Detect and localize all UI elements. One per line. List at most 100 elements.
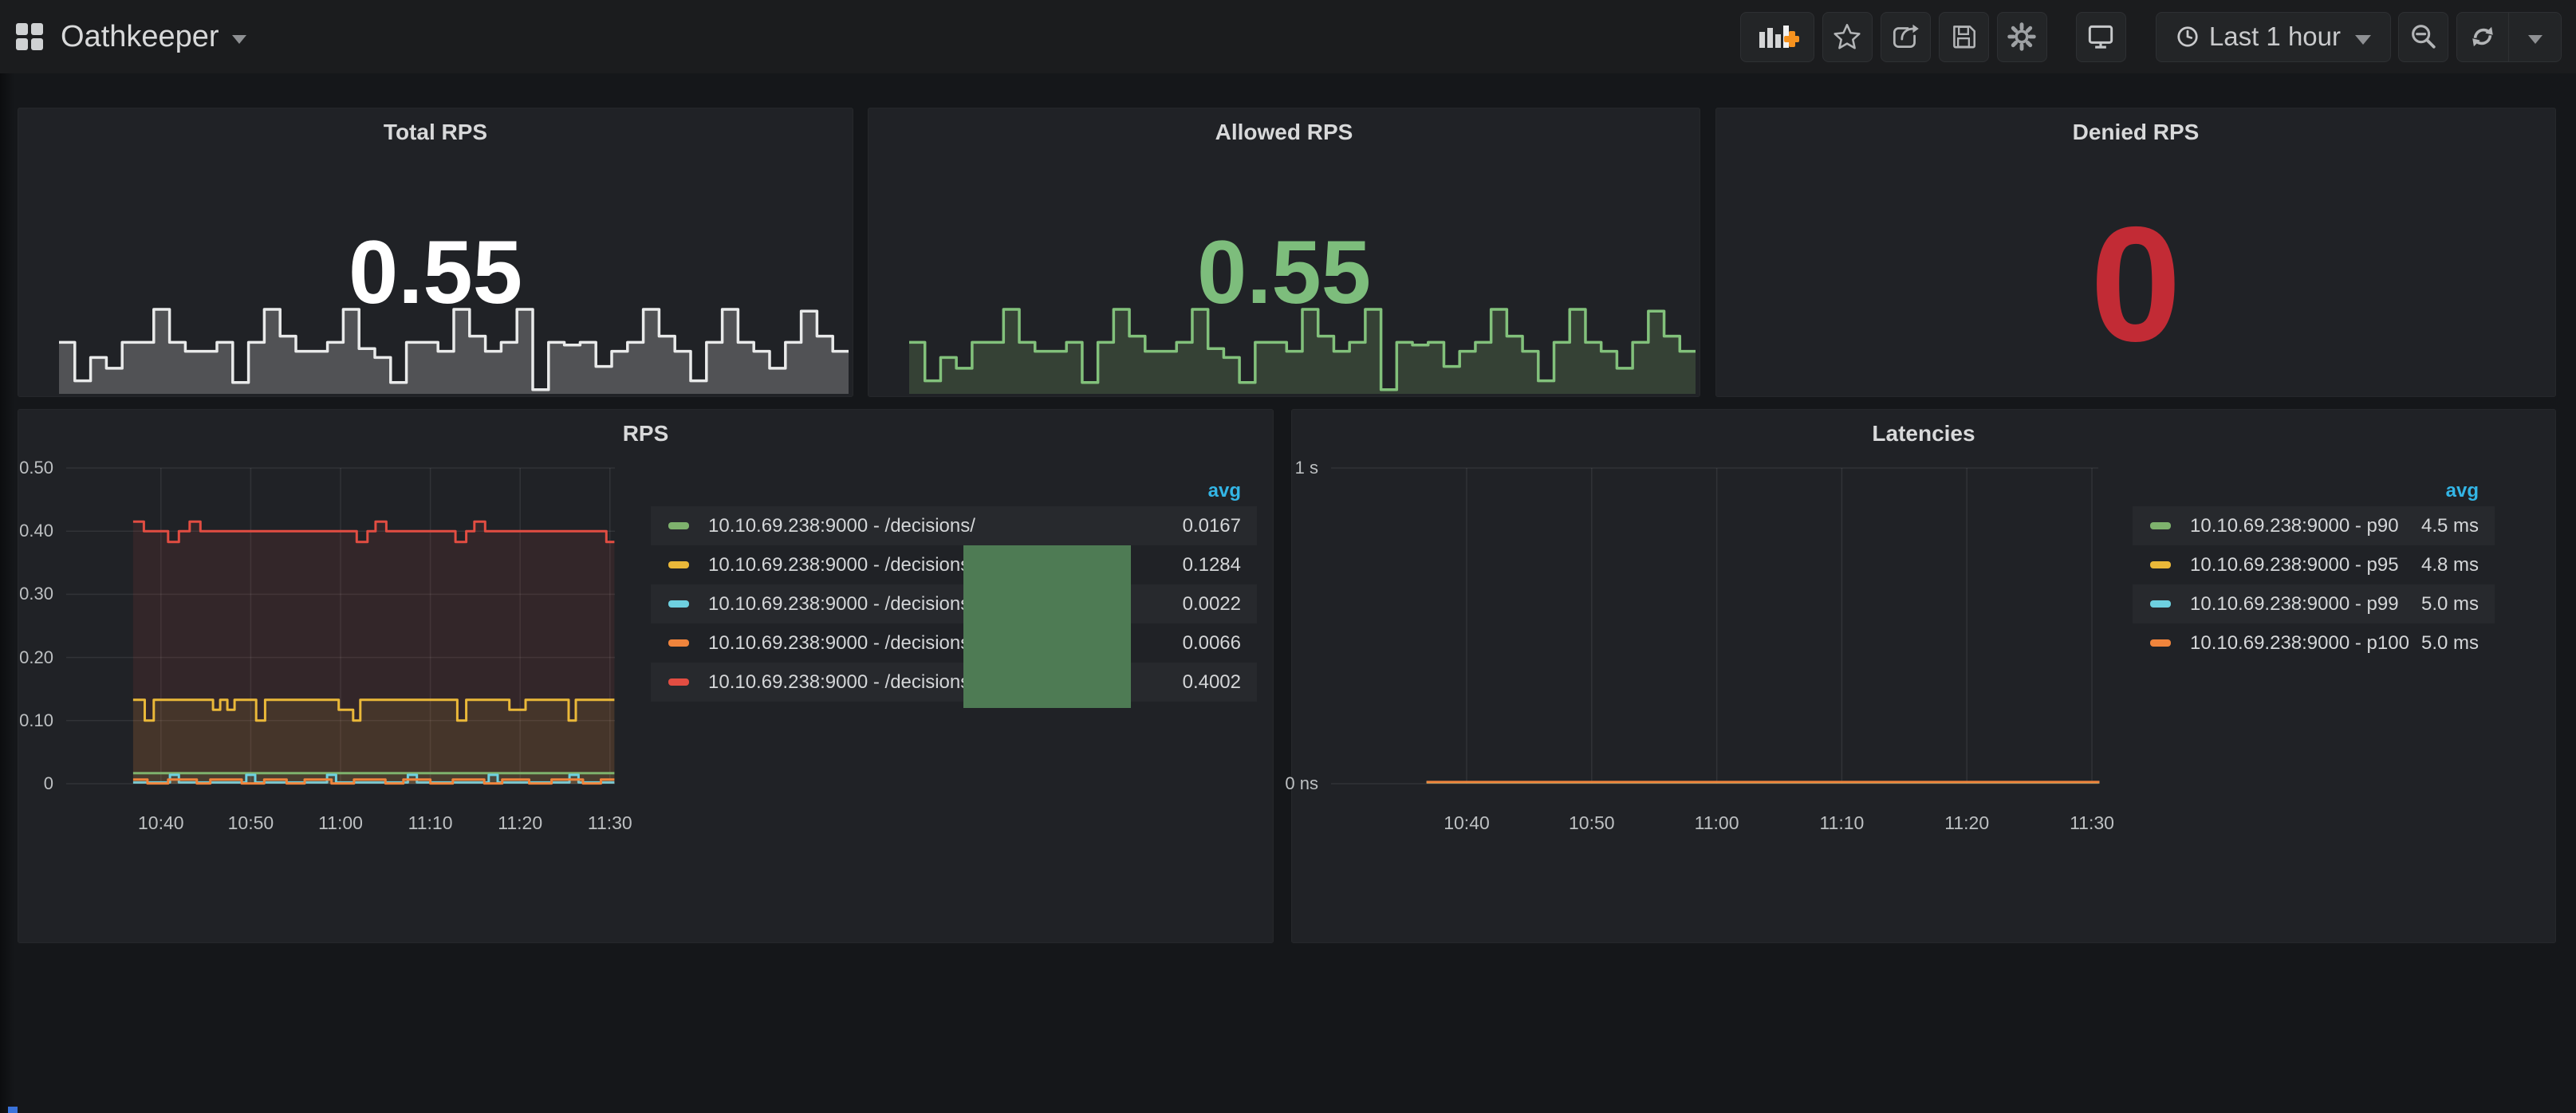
series-color-swatch[interactable] [2150, 522, 2171, 529]
legend-series-label: 10.10.69.238:9000 - /decisions/ [708, 515, 975, 537]
series-area [133, 773, 615, 784]
legend-series-label: 10.10.69.238:9000 - p90 [2190, 515, 2399, 537]
legend-series-label: 10.10.69.238:9000 - p95 [2190, 554, 2399, 576]
legend-avg-value: 0.0066 [1183, 632, 1257, 655]
sparkline [909, 297, 1696, 394]
latencies-legend: avg10.10.69.238:9000 - p904.5 ms10.10.69… [2133, 479, 2495, 663]
x-axis-tick-label: 10:40 [1444, 812, 1490, 834]
legend-avg-value: 5.0 ms [2421, 632, 2495, 655]
refresh-button[interactable] [2457, 13, 2508, 61]
legend-series-label: 10.10.69.238:9000 - /decisions/ [708, 593, 975, 615]
legend-row[interactable]: 10.10.69.238:9000 - /decisions/0.0022 [651, 584, 1257, 623]
series-color-swatch[interactable] [668, 678, 689, 686]
legend-avg-header[interactable]: avg [651, 479, 1257, 506]
x-axis-tick-label: 10:50 [1569, 812, 1615, 834]
series-line [133, 700, 615, 721]
x-axis-tick-label: 11:00 [318, 812, 363, 834]
chevron-down-icon [2528, 35, 2543, 44]
panel-title[interactable]: Denied RPS [1716, 108, 2555, 145]
series-color-swatch[interactable] [2150, 600, 2171, 608]
legend-row[interactable]: 10.10.69.238:9000 - p90 4.5 ms [2133, 506, 2495, 545]
series-area [133, 521, 615, 784]
time-range-picker[interactable]: Last 1 hour [2156, 12, 2391, 62]
y-axis-tick-label: 1 s [1270, 457, 1318, 479]
dashboard-grid-icon[interactable] [16, 23, 43, 50]
x-axis-tick-label: 11:10 [408, 812, 453, 834]
corner-blue-chip [8, 1107, 18, 1113]
legend-row[interactable]: 10.10.69.238:9000 - /decisions/0.1284 [651, 545, 1257, 584]
series-color-swatch[interactable] [2150, 561, 2171, 568]
x-axis-tick-label: 10:50 [228, 812, 274, 834]
refresh-interval-dropdown[interactable] [2508, 13, 2561, 61]
series-color-swatch[interactable] [668, 522, 689, 529]
x-axis-tick-label: 11:30 [2070, 812, 2114, 834]
stat-value: 0 [1716, 203, 2555, 366]
x-axis-tick-label: 11:20 [498, 812, 542, 834]
star-button[interactable] [1822, 12, 1873, 62]
settings-button[interactable] [1997, 12, 2047, 62]
clock-icon [2176, 25, 2200, 49]
chevron-down-icon[interactable] [232, 35, 246, 44]
legend-avg-value: 0.0167 [1183, 515, 1257, 537]
legend-row[interactable]: 10.10.69.238:9000 - p99 5.0 ms [2133, 584, 2495, 623]
series-line [133, 521, 615, 541]
sparkline [59, 297, 849, 394]
legend-avg-value: 0.4002 [1183, 671, 1257, 694]
bar-chart-add-icon [1755, 21, 1799, 53]
zoom-out-icon [2408, 21, 2440, 53]
chevron-down-icon [2355, 35, 2371, 45]
panel-allowed-rps: Allowed RPS 0.55 [868, 108, 1700, 397]
legend-avg-value: 0.0022 [1183, 593, 1257, 615]
refresh-button-group [2456, 12, 2562, 62]
legend-row[interactable]: 10.10.69.238:9000 - /decisions/0.0167 [651, 506, 1257, 545]
legend-avg-value: 4.8 ms [2421, 554, 2495, 576]
legend-row[interactable]: 10.10.69.238:9000 - /decisions/0.0066 [651, 623, 1257, 663]
save-button[interactable] [1939, 12, 1989, 62]
add-panel-button[interactable] [1740, 12, 1814, 62]
save-icon [1948, 22, 1979, 52]
zoom-out-button[interactable] [2398, 12, 2448, 62]
legend-row[interactable]: 10.10.69.238:9000 - p95 4.8 ms [2133, 545, 2495, 584]
dashboard-header: Oathkeeper [0, 0, 2576, 73]
legend-row[interactable]: 10.10.69.238:9000 - /decisions/0.4002 [651, 663, 1257, 702]
series-area [133, 700, 615, 784]
panel-latencies-chart: Latencies avg 10.10.69.238:9000 - p90 4.5 … [1291, 409, 2556, 943]
series-color-swatch[interactable] [668, 639, 689, 647]
series-color-swatch[interactable] [668, 561, 689, 568]
legend-series-label: 10.10.69.238:9000 - /decisions/ [708, 554, 975, 576]
legend-series-label: 10.10.69.238:9000 - p99 [2190, 593, 2399, 615]
series-area [133, 780, 615, 784]
star-icon [1832, 22, 1862, 52]
legend-avg-header[interactable]: avg [2133, 479, 2495, 506]
panel-title[interactable]: RPS [18, 410, 1273, 446]
rps-legend: avg10.10.69.238:9000 - /decisions/0.0167… [651, 479, 1257, 702]
legend-series-label: 10.10.69.238:9000 - /decisions/ [708, 671, 975, 694]
panel-title[interactable]: Latencies [1292, 410, 2555, 446]
legend-avg-value: 4.5 ms [2421, 515, 2495, 537]
series-color-swatch[interactable] [2150, 639, 2171, 647]
time-range-label: Last 1 hour [2209, 22, 2341, 52]
share-button[interactable] [1881, 12, 1931, 62]
x-axis-tick-label: 11:20 [1944, 812, 1989, 834]
x-axis-tick-label: 11:00 [1695, 812, 1739, 834]
green-overlay-artifact [963, 545, 1131, 708]
legend-avg-value: 0.1284 [1183, 554, 1257, 576]
x-axis-tick-label: 11:30 [588, 812, 632, 834]
refresh-icon [2467, 21, 2499, 53]
series-color-swatch[interactable] [668, 600, 689, 608]
x-axis-tick-label: 11:10 [1819, 812, 1864, 834]
side-menu-strip [0, 0, 14, 1113]
legend-row[interactable]: 10.10.69.238:9000 - p1005.0 ms [2133, 623, 2495, 663]
dashboard-title[interactable]: Oathkeeper [61, 20, 219, 54]
legend-series-label: 10.10.69.238:9000 - /decisions/ [708, 632, 975, 655]
series-line [133, 780, 615, 784]
cycle-view-button[interactable] [2076, 12, 2126, 62]
series-area [133, 775, 615, 784]
monitor-icon [2085, 21, 2117, 53]
gear-icon [2007, 22, 2037, 52]
panel-title[interactable]: Total RPS [18, 108, 853, 145]
panel-total-rps: Total RPS 0.55 [18, 108, 853, 397]
x-axis-tick-label: 10:40 [138, 812, 184, 834]
panel-title[interactable]: Allowed RPS [869, 108, 1700, 145]
legend-avg-value: 5.0 ms [2421, 593, 2495, 615]
